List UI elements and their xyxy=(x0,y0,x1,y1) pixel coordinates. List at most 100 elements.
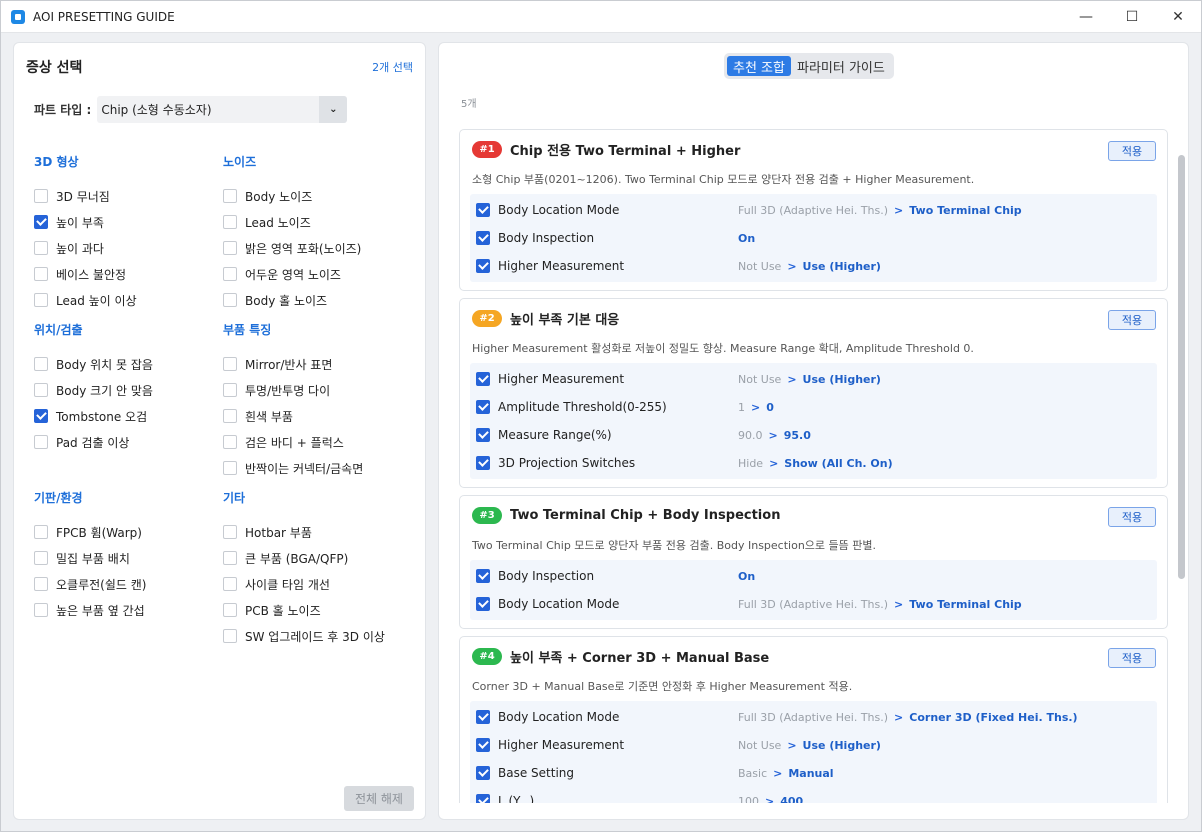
group-title: 노이즈 xyxy=(223,155,257,169)
checkbox[interactable] xyxy=(476,569,490,583)
maximize-button[interactable]: ☐ xyxy=(1109,1,1155,33)
symptom-option[interactable]: 사이클 타임 개선 xyxy=(223,571,385,597)
apply-button[interactable]: 적용 xyxy=(1108,507,1156,527)
part-type-label: 파트 타입 : xyxy=(34,103,92,117)
symptom-option[interactable]: 오클루전(쉴드 캔) xyxy=(34,571,146,597)
checkbox[interactable] xyxy=(223,383,237,397)
close-button[interactable]: ✕ xyxy=(1155,1,1201,33)
checkbox[interactable] xyxy=(223,525,237,539)
symptom-option[interactable]: 높은 부품 옆 간섭 xyxy=(34,597,146,623)
symptom-option[interactable]: Body 노이즈 xyxy=(223,183,361,209)
checkbox[interactable] xyxy=(476,231,490,245)
param-row[interactable]: Body Location Mode Full 3D (Adaptive Hei.… xyxy=(470,703,1157,731)
checkbox[interactable] xyxy=(34,293,48,307)
checkbox[interactable] xyxy=(476,794,490,803)
clear-all-button[interactable]: 전체 해제 xyxy=(344,786,414,811)
symptom-option[interactable]: SW 업그레이드 후 3D 이상 xyxy=(223,623,385,649)
checkbox[interactable] xyxy=(34,435,48,449)
checkbox[interactable] xyxy=(476,456,490,470)
symptom-option[interactable]: 투명/반투명 다이 xyxy=(223,377,363,403)
checkbox[interactable] xyxy=(476,738,490,752)
checkbox[interactable] xyxy=(476,597,490,611)
checkbox[interactable] xyxy=(34,267,48,281)
checkbox[interactable] xyxy=(476,400,490,414)
param-row[interactable]: Higher Measurement Not Use > Use (Higher) xyxy=(470,252,1157,280)
symptom-option[interactable]: Lead 높이 이상 xyxy=(34,287,137,313)
symptom-option[interactable]: Pad 검출 이상 xyxy=(34,429,153,455)
checkbox[interactable] xyxy=(223,603,237,617)
param-row[interactable]: Body Location Mode Full 3D (Adaptive Hei.… xyxy=(470,590,1157,618)
symptom-option[interactable]: 어두운 영역 노이즈 xyxy=(223,261,361,287)
checkbox[interactable] xyxy=(223,577,237,591)
checkbox[interactable] xyxy=(223,629,237,643)
scrollbar[interactable] xyxy=(1178,155,1185,579)
param-row[interactable]: Higher Measurement Not Use > Use (Higher) xyxy=(470,731,1157,759)
symptom-option[interactable]: 반짝이는 커넥터/금속면 xyxy=(223,455,363,481)
checkbox[interactable] xyxy=(223,293,237,307)
param-row[interactable]: Body Inspection On xyxy=(470,562,1157,590)
checkbox[interactable] xyxy=(223,409,237,423)
checkbox[interactable] xyxy=(223,357,237,371)
checkbox[interactable] xyxy=(476,710,490,724)
checkbox[interactable] xyxy=(223,435,237,449)
symptom-option[interactable]: Hotbar 부품 xyxy=(223,519,385,545)
symptom-option[interactable]: 높이 과다 xyxy=(34,235,137,261)
checkbox[interactable] xyxy=(476,428,490,442)
param-row[interactable]: Higher Measurement Not Use > Use (Higher) xyxy=(470,365,1157,393)
symptom-option[interactable]: 3D 무너짐 xyxy=(34,183,137,209)
symptom-option[interactable]: FPCB 휨(Warp) xyxy=(34,519,146,545)
symptom-option[interactable]: Mirror/반사 표면 xyxy=(223,351,363,377)
param-row[interactable]: Body Inspection On xyxy=(470,224,1157,252)
apply-button[interactable]: 적용 xyxy=(1108,141,1156,161)
minimize-button[interactable]: — xyxy=(1063,1,1109,33)
symptom-option[interactable]: 흰색 부품 xyxy=(223,403,363,429)
tab-recommended[interactable]: 추천 조합 xyxy=(727,56,791,76)
chevron-down-icon[interactable]: ⌄ xyxy=(319,96,348,123)
symptom-option[interactable]: Lead 노이즈 xyxy=(223,209,361,235)
checkbox[interactable] xyxy=(34,357,48,371)
param-row[interactable]: 3D Projection Switches Hide > Show (All Ch.… xyxy=(470,449,1157,477)
checkbox[interactable] xyxy=(476,766,490,780)
param-row[interactable]: Amplitude Threshold(0-255) 1 >0 xyxy=(470,393,1157,421)
checkbox[interactable] xyxy=(34,525,48,539)
symptom-option[interactable]: Body 홀 노이즈 xyxy=(223,287,361,313)
card-title: 높이 부족 + Corner 3D + Manual Base xyxy=(510,650,770,666)
apply-button[interactable]: 적용 xyxy=(1108,648,1156,668)
checkbox[interactable] xyxy=(34,241,48,255)
checkbox[interactable] xyxy=(223,267,237,281)
symptom-option[interactable]: 밀집 부품 배치 xyxy=(34,545,146,571)
symptom-option[interactable]: Tombstone 오검 xyxy=(34,403,153,429)
param-name: Body Inspection xyxy=(498,231,595,245)
symptom-option[interactable]: Body 위치 못 잡음 xyxy=(34,351,153,377)
checkbox[interactable] xyxy=(223,215,237,229)
checkbox[interactable] xyxy=(223,241,237,255)
checkbox[interactable] xyxy=(34,603,48,617)
symptom-option[interactable]: 베이스 불안정 xyxy=(34,261,137,287)
checkbox[interactable] xyxy=(34,383,48,397)
apply-button[interactable]: 적용 xyxy=(1108,310,1156,330)
checkbox[interactable] xyxy=(34,577,48,591)
checkbox[interactable] xyxy=(34,189,48,203)
rank-badge: #3 xyxy=(472,506,502,524)
checkbox[interactable] xyxy=(223,551,237,565)
checkbox[interactable] xyxy=(34,215,48,229)
symptom-option[interactable]: 큰 부품 (BGA/QFP) xyxy=(223,545,385,571)
symptom-option[interactable]: 높이 부족 xyxy=(34,209,137,235)
checkbox[interactable] xyxy=(223,189,237,203)
part-type-select[interactable]: Chip (소형 수동소자) ⌄ xyxy=(97,96,348,123)
param-row[interactable]: Body Location Mode Full 3D (Adaptive Hei.… xyxy=(470,196,1157,224)
checkbox[interactable] xyxy=(476,372,490,386)
symptom-option[interactable]: Body 크기 안 맞음 xyxy=(34,377,153,403)
symptom-option[interactable]: PCB 홀 노이즈 xyxy=(223,597,385,623)
symptom-option[interactable]: 밝은 영역 포화(노이즈) xyxy=(223,235,361,261)
symptom-option[interactable]: 검은 바디 + 플럭스 xyxy=(223,429,363,455)
checkbox[interactable] xyxy=(34,409,48,423)
param-row[interactable]: Base Setting Basic > Manual xyxy=(470,759,1157,787)
param-row[interactable]: Measure Range(%) 90.0 >95.0 xyxy=(470,421,1157,449)
checkbox[interactable] xyxy=(476,259,490,273)
param-row[interactable]: L (Y...) 100 >400 xyxy=(470,787,1157,803)
checkbox[interactable] xyxy=(223,461,237,475)
checkbox[interactable] xyxy=(34,551,48,565)
checkbox[interactable] xyxy=(476,203,490,217)
tab-parameter-guide[interactable]: 파라미터 가이드 xyxy=(791,56,891,76)
